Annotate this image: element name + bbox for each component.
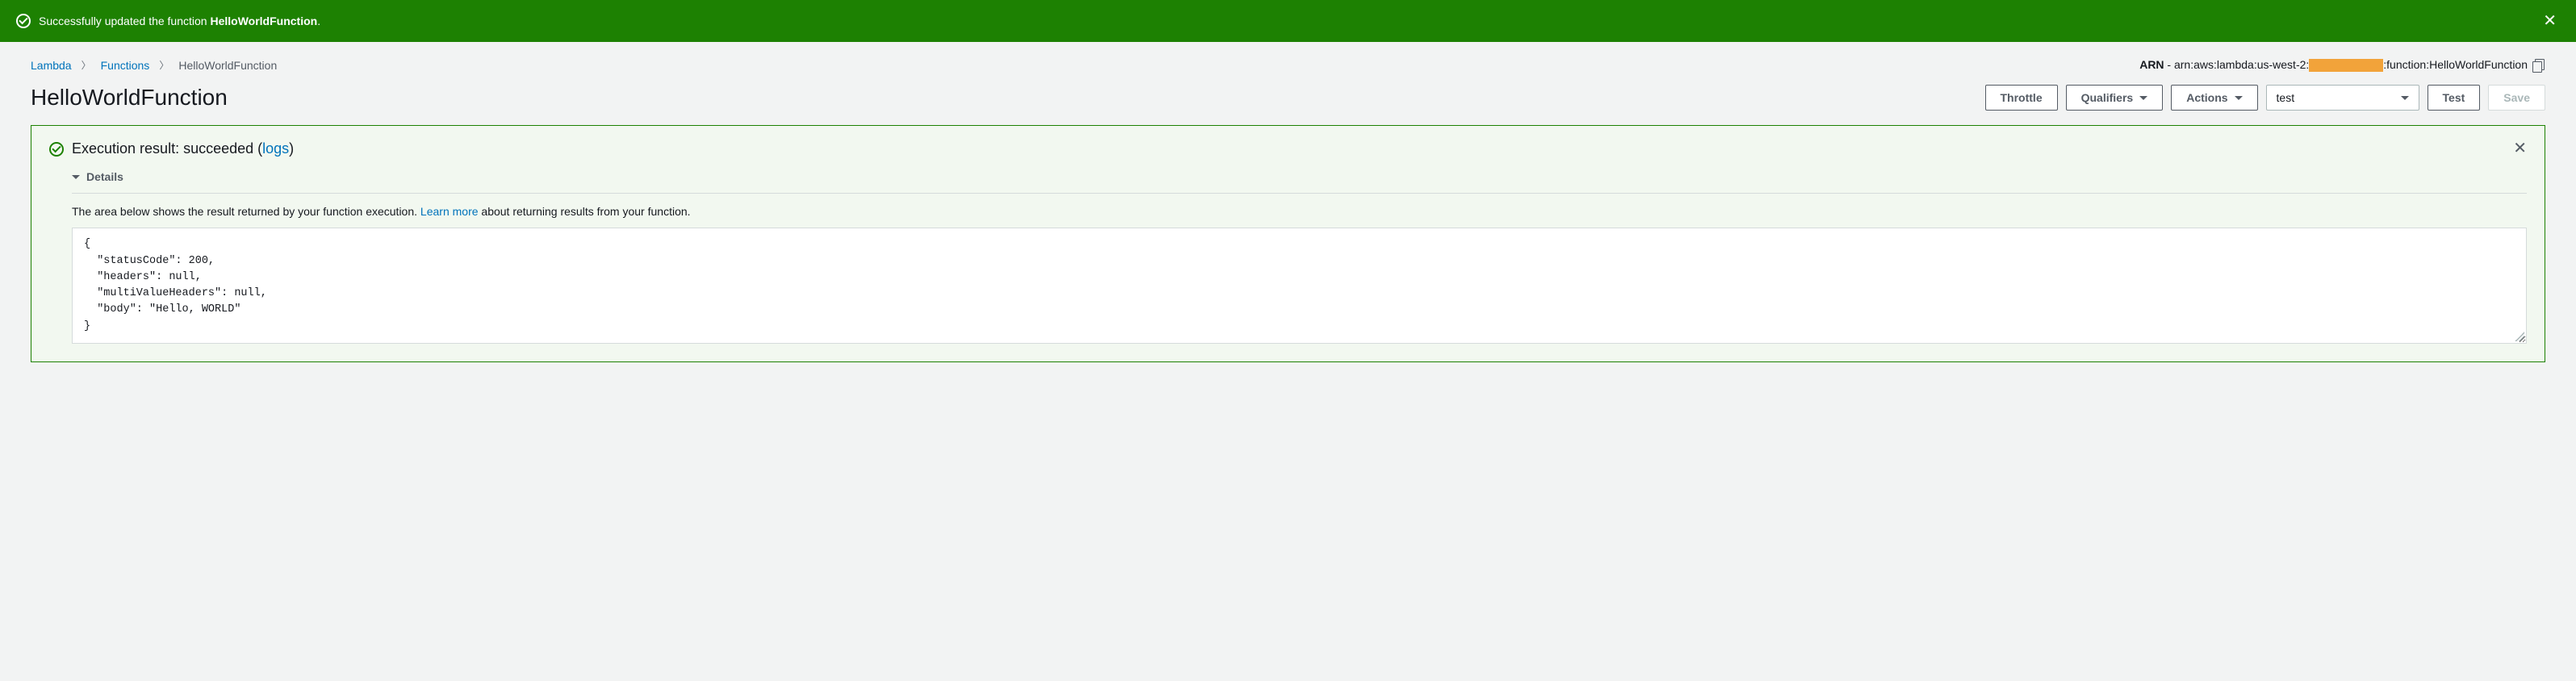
breadcrumb-functions[interactable]: Functions — [101, 59, 150, 72]
details-section: Details The area below shows the result … — [72, 165, 2527, 344]
chevron-right-icon: 〉 — [82, 58, 91, 72]
caret-down-icon — [2235, 96, 2243, 100]
breadcrumb-root[interactable]: Lambda — [31, 59, 72, 72]
description-prefix: The area below shows the result returned… — [72, 205, 420, 218]
header-row: HelloWorldFunction Throttle Qualifiers A… — [31, 85, 2545, 111]
success-icon — [49, 142, 64, 157]
close-icon[interactable]: ✕ — [2540, 10, 2560, 32]
breadcrumb-current: HelloWorldFunction — [178, 59, 277, 72]
description-suffix: about returning results from your functi… — [479, 205, 691, 218]
close-icon[interactable]: ✕ — [2513, 140, 2527, 157]
caret-down-icon — [2401, 96, 2409, 100]
divider — [72, 193, 2527, 194]
result-title-suffix: ) — [289, 140, 294, 157]
result-output[interactable]: { "statusCode": 200, "headers": null, "m… — [72, 228, 2527, 344]
throttle-button[interactable]: Throttle — [1985, 85, 2058, 111]
success-notification: Successfully updated the function HelloW… — [0, 0, 2576, 42]
details-toggle[interactable]: Details — [72, 165, 2527, 193]
details-label: Details — [86, 170, 123, 183]
result-title-row: Execution result: succeeded (logs) — [49, 140, 294, 157]
caret-down-icon — [2139, 96, 2147, 100]
page-title: HelloWorldFunction — [31, 85, 228, 111]
resize-handle-icon[interactable] — [2515, 332, 2524, 341]
arn-display: ARN - arn:aws:lambda:us-west-2: :function… — [2139, 58, 2545, 72]
arn-label: ARN — [2139, 58, 2164, 71]
arn-suffix: :function:HelloWorldFunction — [2383, 58, 2528, 71]
caret-down-icon — [72, 175, 80, 179]
arn-text: ARN - arn:aws:lambda:us-west-2: :function… — [2139, 58, 2528, 72]
notification-suffix: . — [317, 15, 320, 27]
qualifiers-dropdown[interactable]: Qualifiers — [2066, 85, 2164, 111]
test-event-value: test — [2277, 91, 2295, 104]
notification-function-name: HelloWorldFunction — [210, 15, 317, 27]
qualifiers-label: Qualifiers — [2081, 91, 2134, 104]
notification-text: Successfully updated the function HelloW… — [39, 15, 320, 27]
notification-message: Successfully updated the function HelloW… — [16, 14, 320, 28]
execution-result-panel: Execution result: succeeded (logs) ✕ Det… — [31, 125, 2545, 362]
result-title: Execution result: succeeded (logs) — [72, 140, 294, 157]
logs-link[interactable]: logs — [262, 140, 289, 157]
result-description: The area below shows the result returned… — [72, 205, 2527, 218]
actions-dropdown[interactable]: Actions — [2171, 85, 2257, 111]
action-bar: Throttle Qualifiers Actions test Test Sa… — [1985, 85, 2546, 111]
arn-redacted — [2309, 59, 2383, 72]
breadcrumb: Lambda 〉 Functions 〉 HelloWorldFunction — [31, 58, 277, 72]
top-row: Lambda 〉 Functions 〉 HelloWorldFunction … — [31, 58, 2545, 72]
main-content: Lambda 〉 Functions 〉 HelloWorldFunction … — [0, 42, 2576, 378]
actions-label: Actions — [2186, 91, 2227, 104]
arn-prefix: - arn:aws:lambda:us-west-2: — [2164, 58, 2310, 71]
copy-icon[interactable] — [2532, 59, 2545, 72]
learn-more-link[interactable]: Learn more — [420, 205, 479, 218]
check-circle-icon — [16, 14, 31, 28]
notification-prefix: Successfully updated the function — [39, 15, 210, 27]
result-header: Execution result: succeeded (logs) ✕ — [49, 140, 2527, 157]
test-event-select[interactable]: test — [2266, 85, 2419, 111]
test-button[interactable]: Test — [2428, 85, 2481, 111]
chevron-right-icon: 〉 — [159, 58, 169, 72]
save-button: Save — [2488, 85, 2545, 111]
result-title-prefix: Execution result: succeeded ( — [72, 140, 262, 157]
